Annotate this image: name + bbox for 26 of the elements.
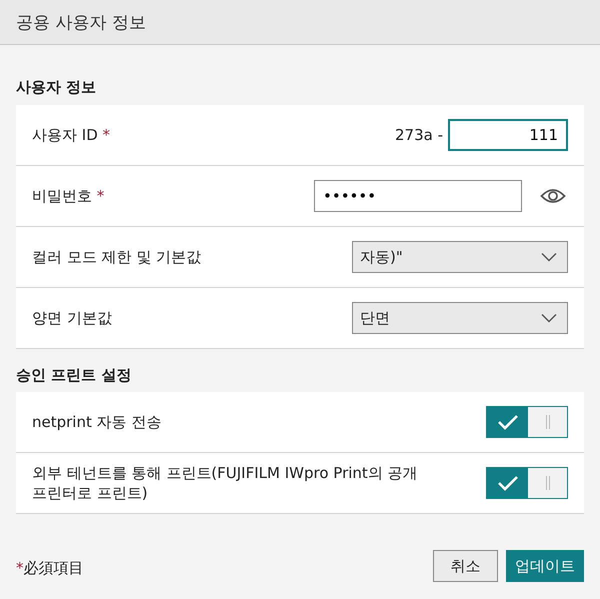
- id-prefix: 273a -: [394, 126, 443, 144]
- toggle-switch[interactable]: [486, 467, 568, 499]
- required-note: *必須項目: [16, 558, 84, 578]
- field-label: 외부 테넌트를 통해 프린트(FUJIFILM IWpro Print의 공개 프린터로 프린트): [32, 463, 419, 503]
- section-heading: 승인 프린트 설정: [16, 365, 132, 386]
- toggle-switch[interactable]: [486, 406, 568, 438]
- cancel-button[interactable]: 취소: [433, 550, 498, 582]
- field-label: netprint 자동 전송: [32, 412, 162, 432]
- dropdown[interactable]: 자동)": [352, 241, 568, 273]
- field-label: 컬러 모드 제한 및 기본값: [32, 247, 202, 267]
- password-field[interactable]: ••••••: [314, 180, 522, 212]
- update-button[interactable]: 업데이트: [506, 550, 584, 582]
- user-id-field[interactable]: 111: [448, 119, 568, 151]
- chevron-down-icon: [541, 252, 557, 262]
- check-icon: [496, 475, 518, 491]
- eye-icon[interactable]: [540, 188, 566, 204]
- field-label: 양면 기본값: [32, 308, 112, 328]
- field-label: 사용자 ID *: [32, 125, 110, 145]
- dialog-title: 공용 사용자 정보: [16, 12, 146, 34]
- grip-icon: [544, 476, 552, 490]
- chevron-down-icon: [541, 313, 557, 323]
- grip-icon: [544, 415, 552, 429]
- dropdown[interactable]: 단면: [352, 302, 568, 334]
- field-label: 비밀번호 *: [32, 186, 104, 206]
- check-icon: [496, 414, 518, 430]
- section-heading: 사용자 정보: [16, 77, 98, 98]
